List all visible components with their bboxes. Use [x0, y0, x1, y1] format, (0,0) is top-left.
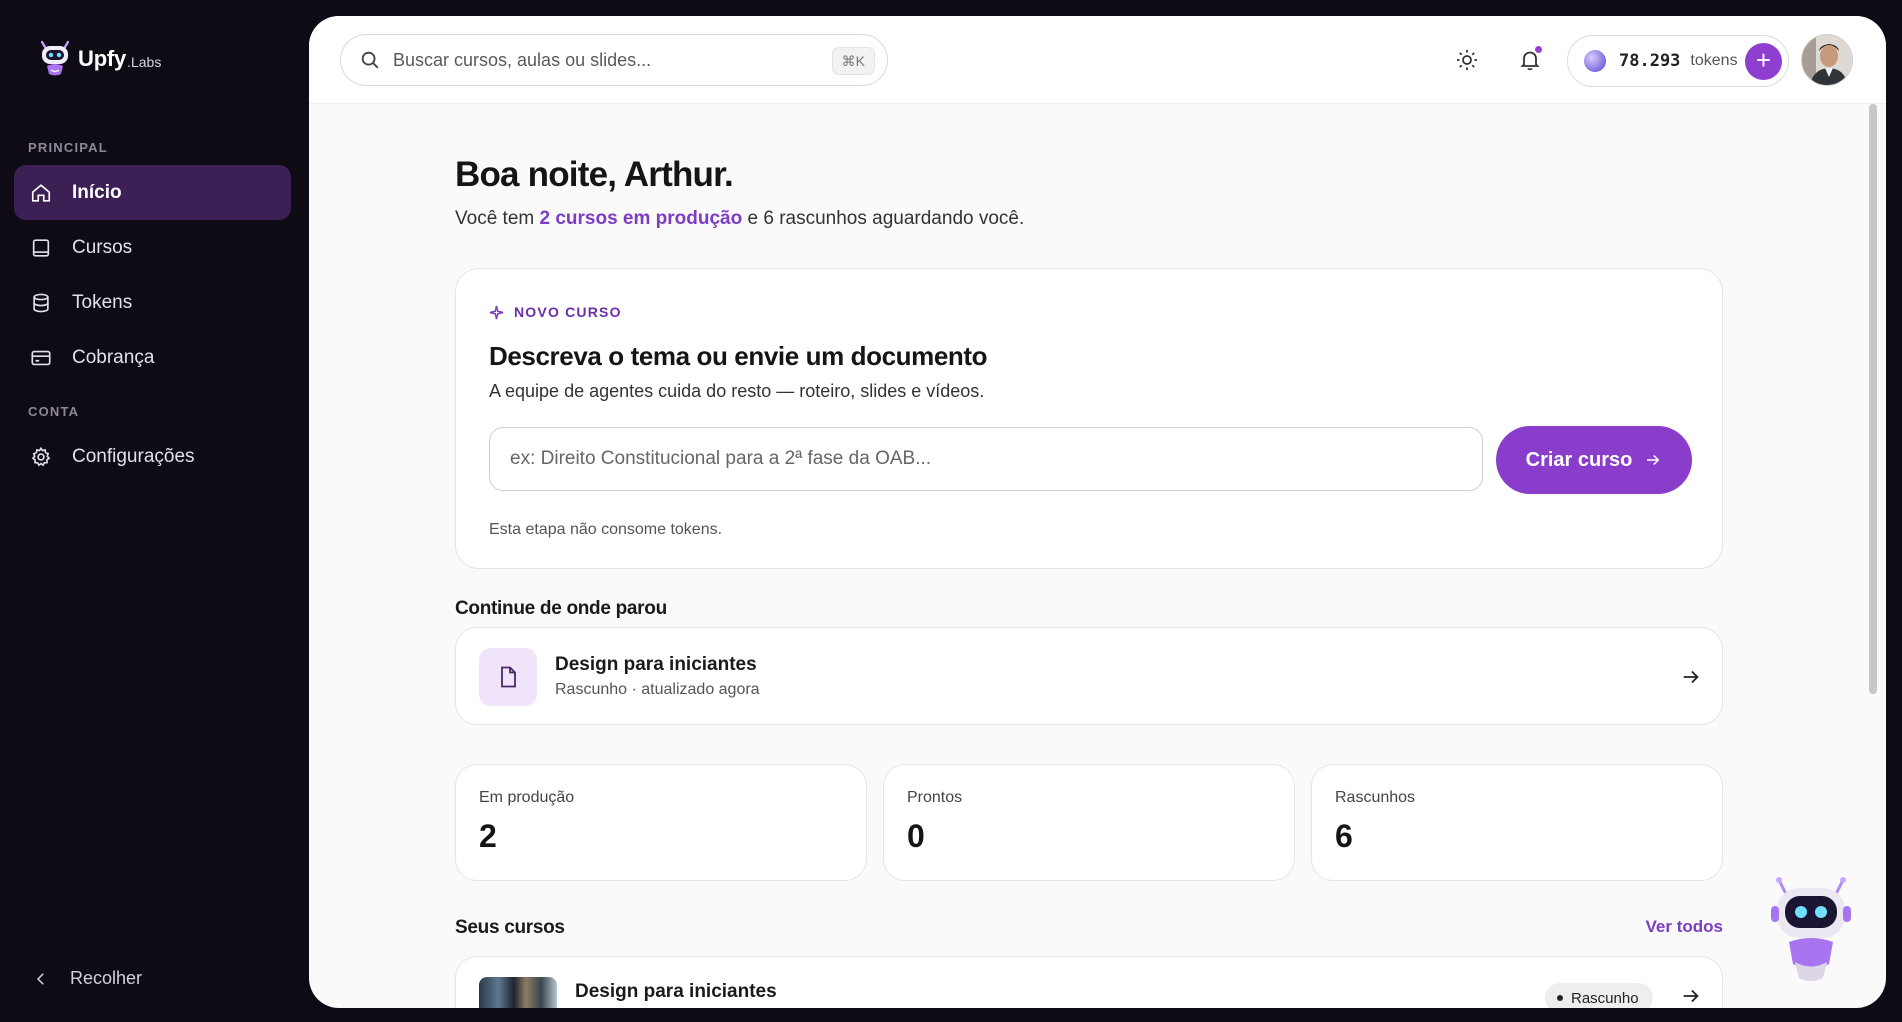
document-icon	[501, 666, 516, 688]
credit-card-icon	[30, 347, 52, 369]
courses-section-title: Seus cursos	[455, 917, 565, 938]
scrollbar[interactable]	[1869, 104, 1877, 694]
continue-section-title: Continue de onde parou	[455, 598, 667, 619]
stat-label: Em produção	[479, 789, 575, 806]
eyebrow-label: NOVO CURSO	[514, 304, 622, 320]
arrow-right-icon	[1647, 454, 1660, 466]
page-title: Boa noite, Arthur.	[455, 155, 734, 194]
stat-card-prontos[interactable]: Prontos 0	[883, 764, 1295, 881]
create-course-button[interactable]: Criar curso	[1496, 426, 1692, 494]
brand-logo[interactable]: Upfy .Labs	[38, 40, 161, 78]
brand-name: Upfy	[78, 46, 127, 71]
add-tokens-button[interactable]: +	[1745, 43, 1782, 80]
greeting-suffix: e 6 rascunhos aguardando você.	[747, 208, 1025, 229]
sidebar-item-inicio[interactable]: Início	[14, 165, 291, 220]
nav-section-principal: PRINCIPAL	[28, 140, 108, 155]
sidebar-item-tokens[interactable]: Tokens	[14, 275, 291, 330]
search-input[interactable]	[393, 49, 813, 71]
stat-value: 0	[907, 818, 925, 854]
sidebar-item-configuracoes[interactable]: Configurações	[14, 429, 291, 484]
database-icon	[30, 292, 52, 314]
create-course-label: Criar curso	[1525, 448, 1633, 471]
in-production-link[interactable]: 2 cursos em produção	[540, 208, 743, 229]
course-topic-input[interactable]	[489, 427, 1483, 491]
greeting-prefix: Você tem	[455, 208, 535, 229]
new-course-eyebrow: NOVO CURSO	[489, 304, 622, 320]
book-icon	[30, 237, 52, 259]
sidebar: Upfy .Labs PRINCIPAL Início Cursos Token…	[0, 0, 309, 1022]
course-thumbnail	[479, 977, 557, 1008]
chevron-left-icon	[36, 972, 44, 985]
collapse-sidebar-button[interactable]: Recolher	[32, 968, 142, 989]
stat-label: Prontos	[907, 789, 963, 806]
search-shortcut: ⌘K	[831, 47, 875, 75]
nav-section-conta: CONTA	[28, 404, 80, 419]
search-bar[interactable]: ⌘K	[340, 34, 888, 86]
arrow-right-icon	[1680, 666, 1702, 688]
sidebar-item-label: Tokens	[72, 291, 133, 313]
stat-value: 2	[479, 818, 497, 854]
token-balance[interactable]: 78.293 tokens +	[1567, 35, 1789, 87]
new-course-note: Esta etapa não consome tokens.	[489, 521, 723, 538]
brand-suffix: .Labs	[127, 54, 162, 70]
home-icon	[30, 182, 52, 204]
token-unit: tokens	[1690, 52, 1738, 69]
status-badge: Rascunho	[1545, 983, 1653, 1008]
sidebar-item-label: Cobrança	[72, 346, 155, 368]
stat-value: 6	[1335, 818, 1353, 854]
new-course-card: NOVO CURSO Descreva o tema ou envie um d…	[455, 268, 1723, 569]
see-all-link[interactable]: Ver todos	[1646, 917, 1723, 937]
token-count: 78.293	[1619, 51, 1681, 71]
sparkle-icon	[489, 305, 504, 319]
theme-toggle-button[interactable]	[1453, 46, 1481, 74]
stat-label: Rascunhos	[1335, 789, 1416, 806]
notifications-button[interactable]	[1516, 46, 1544, 74]
continue-course-title: Design para iniciantes	[555, 654, 757, 675]
sun-icon	[1457, 50, 1477, 70]
sidebar-item-label: Início	[72, 181, 122, 203]
sidebar-item-label: Configurações	[72, 445, 195, 467]
continue-course-meta: Rascunho · atualizado agora	[555, 681, 760, 698]
sidebar-item-cobranca[interactable]: Cobrança	[14, 330, 291, 385]
collapse-label: Recolher	[70, 968, 143, 988]
continue-course-card[interactable]: Design para iniciantes Rascunho · atuali…	[455, 627, 1723, 725]
notification-dot	[1535, 46, 1542, 53]
document-tile	[479, 648, 537, 706]
token-orb-icon	[1584, 50, 1606, 72]
gear-icon	[30, 446, 52, 468]
sidebar-item-cursos[interactable]: Cursos	[14, 220, 291, 275]
new-course-title: Descreva o tema ou envie um documento	[489, 341, 988, 371]
user-avatar-icon	[1802, 35, 1852, 85]
arrow-right-icon	[1680, 985, 1702, 1007]
new-course-subtitle: A equipe de agentes cuida do resto — rot…	[489, 381, 985, 401]
robot-assistant-icon	[1771, 877, 1851, 981]
avatar[interactable]	[1801, 34, 1853, 86]
robot-logo-icon	[40, 40, 70, 76]
sidebar-item-label: Cursos	[72, 236, 133, 258]
course-name: Design para iniciantes	[575, 981, 777, 1002]
main-panel: ⌘K 78.293 tokens + Boa noit	[309, 16, 1886, 1008]
search-icon	[361, 51, 379, 69]
stat-card-em-producao[interactable]: Em produção 2	[455, 764, 867, 881]
stat-card-rascunhos[interactable]: Rascunhos 6	[1311, 764, 1723, 881]
topbar: ⌘K 78.293 tokens +	[309, 16, 1886, 104]
assistant-robot-button[interactable]	[1771, 874, 1851, 984]
greeting-subtitle: Você tem 2 cursos em produção e 6 rascun…	[455, 208, 1024, 230]
course-row[interactable]: Design para iniciantes Rascunho	[455, 956, 1723, 1008]
